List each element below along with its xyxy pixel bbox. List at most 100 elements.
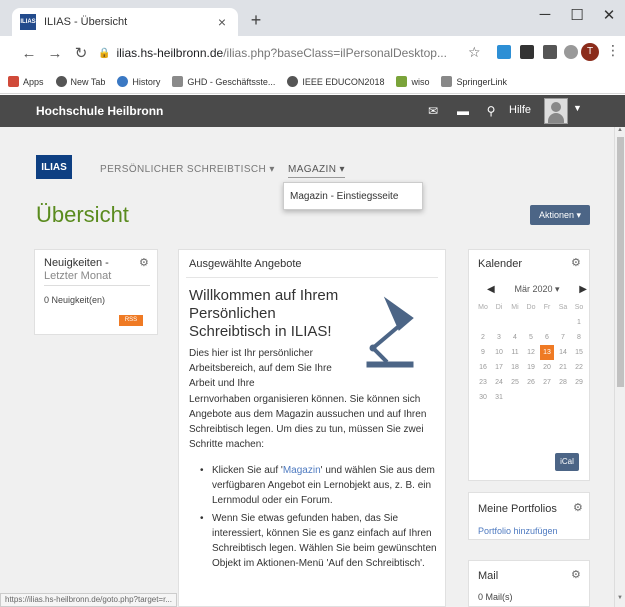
weekday-label: Di <box>495 304 503 311</box>
search-icon[interactable]: ⚲ <box>476 95 506 127</box>
calendar-day[interactable]: 22 <box>572 360 586 375</box>
calendar-nav: ◀ Mär 2020 ▾ ▶ <box>487 282 587 296</box>
calendar-month[interactable]: Mär 2020 ▾ <box>514 284 559 295</box>
calendar-day[interactable]: 19 <box>524 360 538 375</box>
calendar-day[interactable]: 3 <box>492 330 506 345</box>
calendar-empty-cell <box>540 315 554 330</box>
prev-month-icon[interactable]: ◀ <box>487 284 495 295</box>
scroll-down-icon[interactable]: ▼ <box>617 595 623 601</box>
calendar-day[interactable]: 26 <box>524 375 538 390</box>
minimize-icon[interactable]: ─ <box>535 6 555 23</box>
user-avatar[interactable] <box>544 98 568 124</box>
calendar-day[interactable]: 14 <box>556 345 570 360</box>
calendar-day[interactable]: 27 <box>540 375 554 390</box>
calendar-day[interactable]: 4 <box>508 330 522 345</box>
calendar-day[interactable]: 5 <box>524 330 538 345</box>
calendar-day[interactable]: 12 <box>524 345 538 360</box>
calendar-day[interactable]: 23 <box>476 375 490 390</box>
calendar-empty-cell <box>572 390 586 405</box>
gear-icon[interactable]: ⚙ <box>571 256 581 269</box>
back-arrow-icon[interactable]: ← <box>16 45 42 62</box>
browser-tab[interactable]: ILIAS ILIAS - Übersicht × <box>12 8 238 36</box>
extension-icon[interactable] <box>564 45 578 59</box>
calendar-day[interactable]: 11 <box>508 345 522 360</box>
calendar-title: Kalender <box>478 258 523 270</box>
bookmark-item[interactable]: Apps <box>8 76 44 87</box>
bookmark-item[interactable]: New Tab <box>55 76 105 87</box>
url-host: ilias.hs-heilbronn.de <box>116 46 224 60</box>
institution-brand[interactable]: Hochschule Heilbronn <box>36 104 163 118</box>
calendar-day[interactable]: 20 <box>540 360 554 375</box>
calendar-day[interactable]: 10 <box>492 345 506 360</box>
repository-dropdown-item[interactable]: Magazin - Einstiegsseite <box>283 182 423 210</box>
bookmark-item[interactable]: History <box>117 76 160 87</box>
nav-personal-desktop[interactable]: PERSÖNLICHER SCHREIBTISCH ▾ <box>100 164 275 175</box>
gear-icon[interactable]: ⚙ <box>139 256 149 269</box>
calendar-day[interactable]: 17 <box>492 360 506 375</box>
divider <box>186 277 438 278</box>
intro-short: Dies hier ist Ihr persönlicher Arbeitsbe… <box>189 348 332 389</box>
ilias-logo[interactable]: ILIAS <box>36 155 72 179</box>
chat-icon[interactable]: ▬ <box>448 95 478 127</box>
gear-icon[interactable]: ⚙ <box>573 501 583 514</box>
calendar-weeks: 1 2 3 4 5 6 7 8 9 10 11 12 13 14 15 16 17 18 19 20 21 22 23 24 2… <box>476 315 590 405</box>
actions-button[interactable]: Aktionen ▾ <box>530 205 590 225</box>
bookmark-item[interactable]: IEEE EDUCON2018 <box>287 76 384 87</box>
extension-icon[interactable] <box>543 45 557 59</box>
calendar-day[interactable]: 9 <box>476 345 490 360</box>
help-link[interactable]: Hilfe <box>509 104 531 116</box>
calendar-week-row: 1 <box>476 315 590 330</box>
close-window-icon[interactable]: ✕ <box>599 6 619 24</box>
calendar-day[interactable]: 2 <box>476 330 490 345</box>
bookmark-item[interactable]: wiso <box>396 76 429 87</box>
profile-avatar[interactable]: T <box>581 43 599 61</box>
calendar-day[interactable]: 7 <box>556 330 570 345</box>
reload-icon[interactable]: ↻ <box>68 44 94 62</box>
gear-icon[interactable]: ⚙ <box>571 568 581 581</box>
scrollbar-thumb[interactable] <box>617 137 624 387</box>
extension-icon[interactable] <box>497 45 511 59</box>
calendar-day[interactable]: 6 <box>540 330 554 345</box>
new-tab-button[interactable]: + <box>246 10 266 30</box>
calendar-day[interactable]: 16 <box>476 360 490 375</box>
calendar-day[interactable]: 1 <box>572 315 586 330</box>
caret-down-icon[interactable]: ▼ <box>573 103 582 113</box>
extension-icon[interactable] <box>520 45 534 59</box>
desk-lamp-icon <box>366 296 414 368</box>
calendar-day[interactable]: 25 <box>508 375 522 390</box>
mail-icon[interactable]: ✉ <box>418 95 448 127</box>
forward-arrow-icon[interactable]: → <box>42 45 68 62</box>
ical-button[interactable]: iCal <box>555 453 579 471</box>
maximize-icon[interactable]: ☐ <box>567 6 587 24</box>
springer-icon <box>441 76 453 87</box>
page-scrollbar[interactable]: ▲ ▼ <box>614 127 625 607</box>
calendar-day[interactable]: 29 <box>572 375 586 390</box>
calendar-day[interactable]: 24 <box>492 375 506 390</box>
calendar-day[interactable]: 30 <box>476 390 490 405</box>
nav-repository[interactable]: MAGAZIN ▾ <box>288 164 345 178</box>
next-month-icon[interactable]: ▶ <box>579 284 587 295</box>
calendar-day[interactable]: 8 <box>572 330 586 345</box>
ieee-icon <box>287 76 299 87</box>
weekday-label: Fr <box>543 304 551 311</box>
url-field[interactable]: 🔒 ilias.hs-heilbronn.de /ilias.php?baseC… <box>98 41 458 65</box>
calendar-day[interactable]: 18 <box>508 360 522 375</box>
browser-menu-icon[interactable]: ⋮ <box>606 42 620 59</box>
calendar-day[interactable]: 13 <box>540 345 554 360</box>
repository-link[interactable]: Magazin <box>283 465 321 476</box>
divider <box>44 285 150 286</box>
tab-close-icon[interactable]: × <box>214 14 230 30</box>
bookmark-item[interactable]: SpringerLink <box>441 76 507 87</box>
bookmark-star-icon[interactable]: ☆ <box>468 44 481 61</box>
calendar-day[interactable]: 21 <box>556 360 570 375</box>
bookmark-item[interactable]: GHD - Geschäftsste... <box>172 76 275 87</box>
calendar-day[interactable]: 31 <box>492 390 506 405</box>
avatar-body <box>548 113 564 123</box>
scroll-up-icon[interactable]: ▲ <box>617 127 623 133</box>
rss-button[interactable]: RSS <box>119 315 143 326</box>
add-portfolio-link[interactable]: Portfolio hinzufügen <box>478 526 558 536</box>
mail-title: Mail <box>478 570 499 582</box>
calendar-day[interactable]: 28 <box>556 375 570 390</box>
ilias-favicon-icon: ILIAS <box>20 14 36 30</box>
calendar-day[interactable]: 15 <box>572 345 586 360</box>
